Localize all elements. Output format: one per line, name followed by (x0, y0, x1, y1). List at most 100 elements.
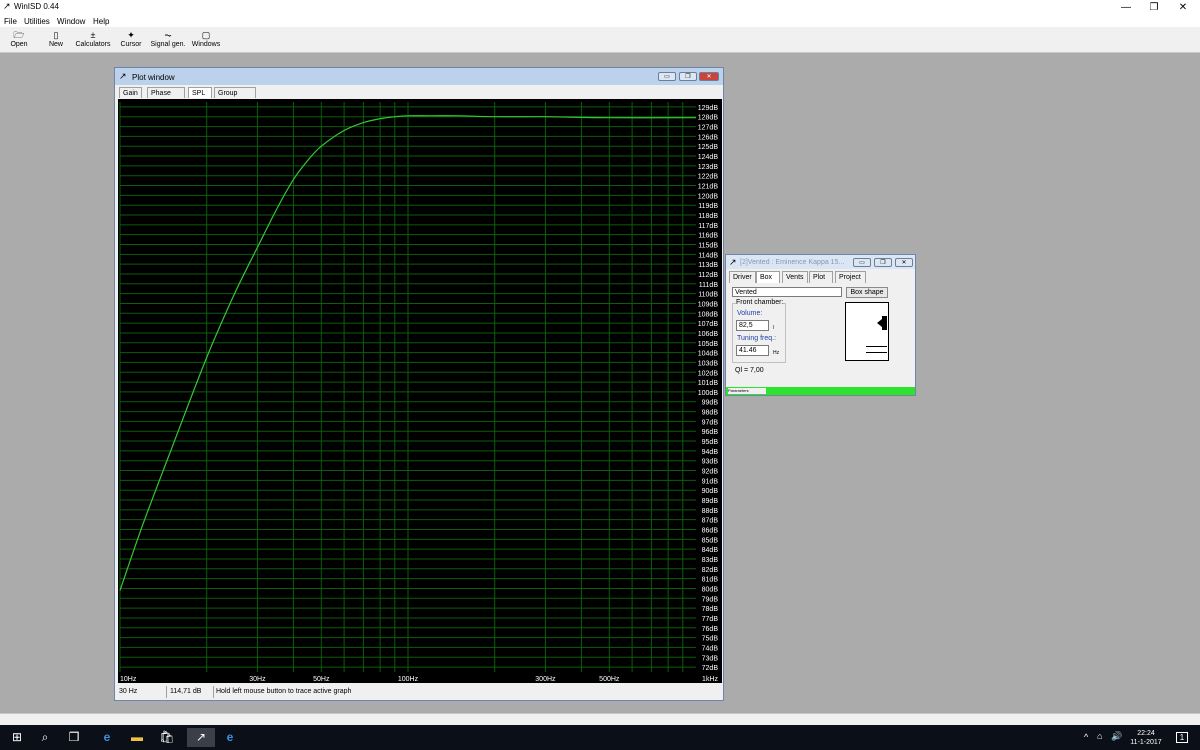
y-tick-label: 100dB (698, 390, 719, 397)
new-document-icon: ▯ (53, 30, 59, 40)
tab-plot[interactable]: Plot (809, 271, 833, 283)
tray-date[interactable]: 11-1-2017 (1126, 739, 1166, 746)
cursor-button[interactable]: ✦ Cursor (118, 30, 144, 48)
winisd-taskbar-icon[interactable]: ↗ (187, 728, 215, 747)
app-title: WinISD 0.44 (14, 2, 59, 11)
restore-button[interactable]: ❐ (1139, 0, 1169, 15)
edge-browser-icon[interactable]: e (96, 728, 118, 747)
minimize-button[interactable]: — (1111, 0, 1141, 15)
store-icon[interactable]: 🛍 (156, 728, 178, 747)
port-line-bottom (866, 352, 887, 353)
box-type-select[interactable]: Vented (732, 287, 842, 297)
vented-minimize-button[interactable]: ▭ (853, 258, 871, 267)
network-icon[interactable]: ⌂ (1097, 731, 1102, 741)
vented-box-window: ↗ [2]Vented : Eminence Kappa 15... ▭ ❐ ✕… (725, 254, 916, 396)
internet-explorer-icon[interactable]: e (219, 728, 241, 747)
open-folder-icon: 🗁 (13, 30, 25, 40)
tab-group-delay[interactable]: Group delay (214, 87, 256, 108)
new-label: New (48, 41, 63, 48)
y-tick-label: 81dB (702, 577, 719, 584)
close-button[interactable]: ✕ (1168, 0, 1198, 15)
plot-window-titlebar[interactable]: ↗ Plot window ▭ ❐ ✕ (115, 68, 723, 85)
menubar: File Utilities Window Help (0, 15, 1200, 27)
volume-icon[interactable]: 🔊 (1111, 731, 1122, 742)
y-tick-label: 128dB (698, 115, 719, 122)
tray-time[interactable]: 22:24 (1126, 730, 1166, 737)
task-view-icon[interactable]: ❒ (63, 728, 85, 747)
windows-icon: ▢ (201, 30, 211, 40)
tab-spl[interactable]: SPL (188, 87, 212, 98)
y-tick-label: 129dB (698, 105, 719, 112)
y-tick-label: 125dB (698, 144, 719, 151)
vented-restore-button[interactable]: ❐ (874, 258, 892, 267)
plot-window-title: Plot window (132, 73, 175, 82)
y-tick-label: 126dB (698, 134, 719, 141)
new-button[interactable]: ▯ New (44, 30, 68, 48)
x-tick-label: 1kHz (702, 676, 718, 683)
box-shape-button[interactable]: Box shape (846, 287, 888, 298)
toolbar: 🗁 Open ▯ New ± Calculators ✦ Cursor ⏦ Si… (0, 27, 1200, 53)
y-tick-label: 96dB (702, 429, 719, 436)
tray-chevron-icon[interactable]: ^ (1084, 732, 1088, 742)
calculators-button[interactable]: ± Calculators (74, 30, 112, 48)
plot-close-button[interactable]: ✕ (699, 72, 719, 81)
menu-utilities[interactable]: Utilities (24, 17, 50, 26)
volume-input[interactable]: 82,5 (736, 320, 769, 331)
y-tick-label: 98dB (702, 410, 719, 417)
vented-close-button[interactable]: ✕ (895, 258, 913, 267)
y-tick-label: 83dB (702, 557, 719, 564)
tuning-input[interactable]: 41.46 (736, 345, 769, 356)
x-tick-label: 50Hz (313, 676, 330, 683)
start-windows-icon[interactable]: ⊞ (6, 728, 28, 747)
spl-chart[interactable]: 72dB 73dB 74dB 75dB 76dB 77dB 78dB 79dB 80dB 81dB… (118, 99, 722, 683)
menu-file[interactable]: File (4, 17, 17, 26)
y-tick-label: 99dB (702, 400, 719, 407)
tab-phase-plot[interactable]: Phase plot (147, 87, 185, 108)
calculator-icon: ± (90, 30, 96, 40)
y-tick-label: 102dB (698, 370, 719, 377)
spl-plot-area[interactable]: 72dB 73dB 74dB 75dB 76dB 77dB 78dB 79dB 80dB 81dB… (118, 99, 722, 683)
y-tick-label: 122dB (698, 174, 719, 181)
y-tick-label: 94dB (702, 449, 719, 456)
y-tick-label: 75dB (702, 636, 719, 643)
x-tick-label: 500Hz (599, 676, 620, 683)
tab-gain[interactable]: Gain (119, 87, 142, 98)
y-tick-label: 95dB (702, 439, 719, 446)
tab-box[interactable]: Box (756, 271, 780, 283)
tab-driver[interactable]: Driver (729, 271, 756, 283)
plot-restore-button[interactable]: ❐ (679, 72, 697, 81)
menu-help[interactable]: Help (93, 17, 109, 26)
tuning-unit: Hz (773, 350, 780, 356)
x-tick-label: 300Hz (535, 676, 556, 683)
y-tick-label: 111dB (699, 282, 719, 289)
y-tick-label: 108dB (698, 311, 719, 318)
y-tick-label: 72dB (702, 665, 719, 672)
menu-window[interactable]: Window (57, 17, 85, 26)
cursor-label: Cursor (120, 41, 142, 48)
tab-project[interactable]: Project (835, 271, 866, 283)
notification-center-icon[interactable]: 1 (1176, 732, 1188, 743)
plot-minimize-button[interactable]: ▭ (658, 72, 676, 81)
vented-window-titlebar[interactable]: ↗ [2]Vented : Eminence Kappa 15... ▭ ❐ ✕ (726, 255, 915, 269)
windows-label: Windows (191, 41, 221, 48)
y-tick-label: 127dB (698, 125, 719, 132)
y-tick-label: 85dB (702, 537, 719, 544)
windows-button[interactable]: ▢ Windows (190, 30, 222, 48)
front-chamber-label: Front chamber: (736, 299, 784, 306)
y-tick-label: 87dB (702, 518, 719, 525)
tab-vents[interactable]: Vents (782, 271, 808, 283)
volume-unit: l (773, 325, 775, 331)
y-tick-label: 114dB (698, 252, 718, 259)
y-tick-label: 113dB (698, 262, 718, 269)
status-frequency: 30 Hz (117, 686, 167, 698)
driver-shape (882, 316, 887, 330)
file-explorer-icon[interactable]: ▬ (126, 728, 148, 747)
search-icon[interactable]: ⌕ (34, 728, 56, 747)
x-tick-label: 30Hz (249, 676, 266, 683)
windows-taskbar: ⊞ ⌕ ❒ e ▬ 🛍 ↗ e ^ ⌂ 🔊 22:24 11-1-2017 1 (0, 725, 1200, 750)
signal-gen-button[interactable]: ⏦ Signal gen. (150, 30, 186, 48)
y-tick-label: 109dB (698, 301, 719, 308)
y-tick-label: 124dB (698, 154, 719, 161)
tuning-label: Tuning freq.: (737, 335, 777, 342)
open-button[interactable]: 🗁 Open (6, 30, 32, 48)
